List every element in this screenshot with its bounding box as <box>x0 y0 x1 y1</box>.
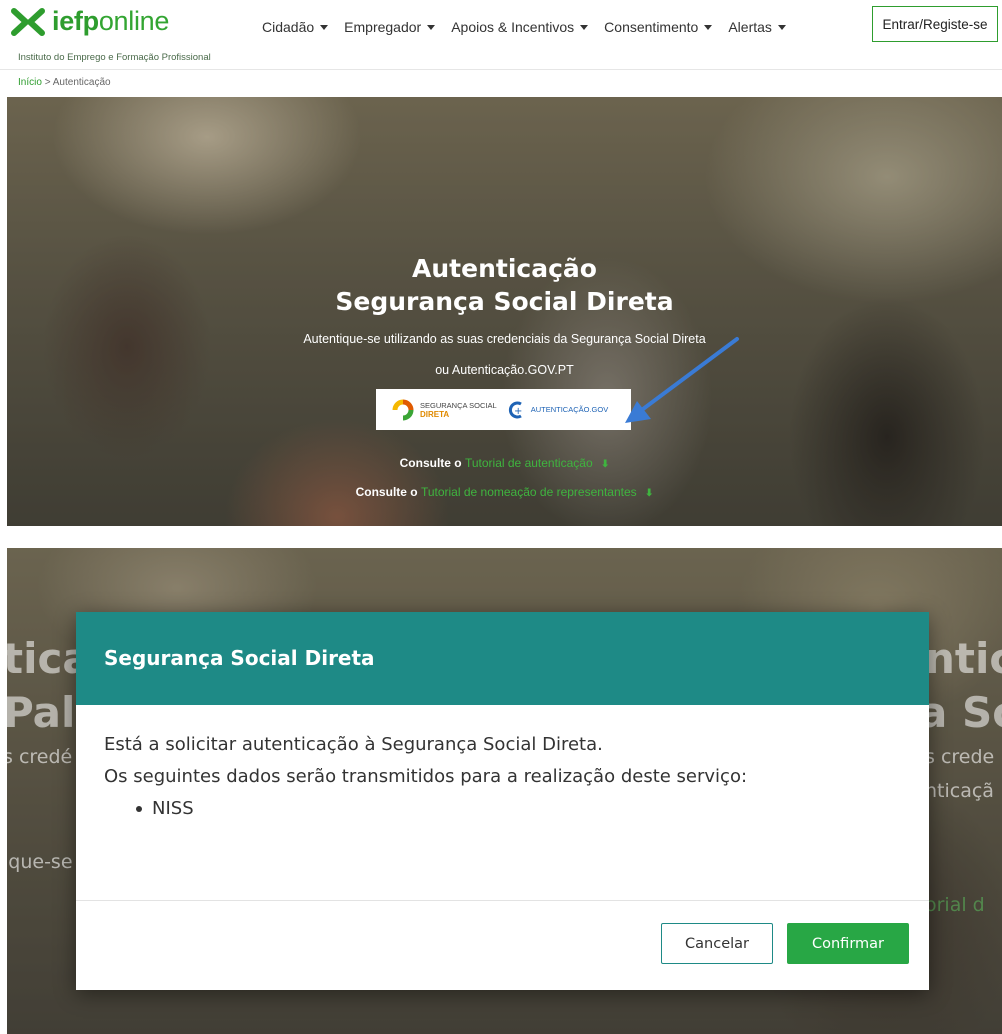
main-nav: Cidadão Empregador Apoios & Incentivos C… <box>262 19 786 35</box>
login-register-button[interactable]: Entrar/Registe-se <box>872 6 998 42</box>
breadcrumb: Início > Autenticação <box>18 77 111 88</box>
cancel-button[interactable]: Cancelar <box>661 923 773 964</box>
tutorial-autenticacao-link[interactable]: Tutorial de autenticação <box>465 456 593 470</box>
nav-item-cidadao[interactable]: Cidadão <box>262 19 329 35</box>
bullet-icon <box>136 806 142 812</box>
logo-wordmark: iefponline <box>52 6 170 36</box>
background-text-fragment: ique-se <box>7 851 73 873</box>
nav-item-empregador[interactable]: Empregador <box>344 19 436 35</box>
download-icon[interactable]: ⬇ <box>601 459 609 470</box>
background-text-fragment: orial d <box>925 894 985 916</box>
dialog-body: Está a solicitar autenticação à Seguranç… <box>104 729 747 825</box>
authentication-options-box: SEGURANÇA SOCIAL DIRETA + AUTENTICAÇÃO.GO… <box>376 389 631 430</box>
iefp-logo-icon <box>10 7 46 37</box>
website-screenshot: iefponline Instituto do Emprego e Formaç… <box>0 0 1002 526</box>
tutorial-representantes-link[interactable]: Tutorial de nomeação de representantes <box>421 485 637 499</box>
site-header: iefponline Instituto do Emprego e Formaç… <box>0 0 1002 70</box>
hero-banner: Autenticação Segurança Social Direta Aut… <box>7 97 1002 526</box>
logo-subtitle: Instituto do Emprego e Formação Profissi… <box>18 52 211 63</box>
nav-item-consentimento[interactable]: Consentimento <box>604 19 713 35</box>
confirm-button[interactable]: Confirmar <box>787 923 909 964</box>
breadcrumb-separator: > <box>44 77 51 88</box>
hero-title-line2: Segurança Social Direta <box>335 287 674 316</box>
caret-down-icon <box>427 24 436 30</box>
background-text-fragment: nticaçã <box>925 780 994 802</box>
dialog-footer-divider <box>76 900 929 901</box>
tutorial-representantes-line: Consulte o Tutorial de nomeação de repre… <box>355 485 654 499</box>
hero-subtitle-line2: ou Autenticação.GOV.PT <box>435 363 574 377</box>
annotation-arrow-icon <box>625 337 739 423</box>
background-text-fragment: ntic <box>925 634 1002 683</box>
seguranca-social-logo-icon[interactable] <box>392 399 414 421</box>
transmitted-data-list: NISS <box>104 793 747 825</box>
nav-item-alertas[interactable]: Alertas <box>728 19 786 35</box>
dialog-title: Segurança Social Direta <box>104 646 375 670</box>
nav-item-apoios[interactable]: Apoios & Incentivos <box>451 19 589 35</box>
download-icon[interactable]: ⬇ <box>645 488 653 499</box>
iefp-logo[interactable]: iefponline <box>10 6 169 37</box>
breadcrumb-current: Autenticação <box>52 77 111 88</box>
seguranca-social-direta-button[interactable]: SEGURANÇA SOCIAL DIRETA <box>420 401 497 419</box>
hero-subtitle-line1: Autentique-se utilizando as suas credenc… <box>303 332 706 346</box>
autenticacao-gov-logo-icon[interactable]: + <box>507 401 525 419</box>
modal-screenshot: tica Pala s credé ique-se ntic a So s cr… <box>7 548 1002 1034</box>
background-text-fragment: a So <box>919 688 1002 737</box>
background-text-fragment: s crede <box>925 746 995 768</box>
caret-down-icon <box>580 24 589 30</box>
dialog-message-line1: Está a solicitar autenticação à Seguranç… <box>104 734 603 755</box>
dialog-header: Segurança Social Direta <box>76 612 929 705</box>
caret-down-icon <box>777 24 786 30</box>
breadcrumb-home-link[interactable]: Início <box>18 77 42 88</box>
ssd-consent-dialog: Segurança Social Direta Está a solicitar… <box>76 612 929 990</box>
list-item: NISS <box>136 793 747 825</box>
tutorial-autenticacao-line: Consulte o Tutorial de autenticação ⬇ <box>399 456 610 470</box>
caret-down-icon <box>704 24 713 30</box>
background-text-fragment: s credé <box>7 746 73 768</box>
dialog-message-line2: Os seguintes dados serão transmitidos pa… <box>104 766 748 787</box>
hero-title-line1: Autenticação <box>412 254 597 283</box>
svg-text:+: + <box>514 406 522 417</box>
caret-down-icon <box>320 24 329 30</box>
